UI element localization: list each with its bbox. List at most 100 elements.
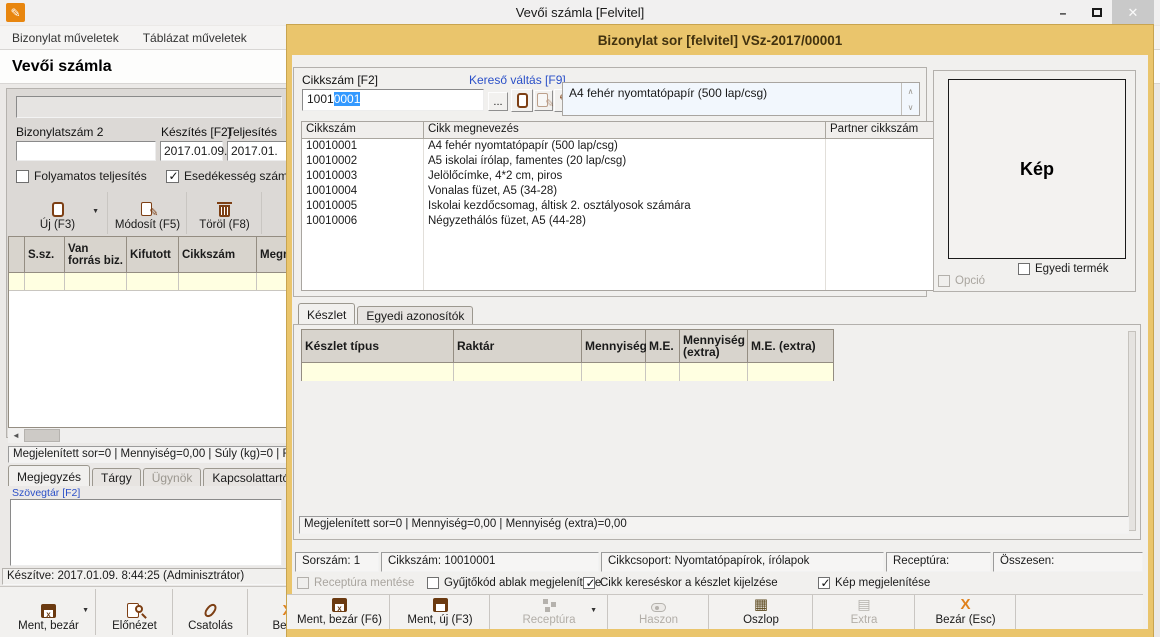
new-doc-icon bbox=[52, 202, 64, 217]
scrollbar-thumb[interactable] bbox=[24, 429, 60, 442]
stock-status-line: Megjelenített sor=0 | Mennyiség=0,00 | M… bbox=[299, 516, 1129, 534]
stock-header-mennyiseg-extra[interactable]: Mennyiség (extra) bbox=[680, 330, 748, 362]
receptura-mentese-box[interactable] bbox=[297, 577, 309, 589]
info-cikkcsoport: Cikkcsoport: Nyomtatópapírok, írólapok bbox=[601, 552, 884, 572]
tab-megjegyzes[interactable]: Megjegyzés bbox=[8, 465, 90, 486]
tab-kapcsolattarto[interactable]: Kapcsolattartó bbox=[203, 468, 287, 486]
folyamatos-checkbox[interactable]: Folyamatos teljesítés bbox=[16, 169, 147, 183]
tab-egyedi-azonositok[interactable]: Egyedi azonosítók bbox=[357, 306, 473, 324]
dlg-receptura-button[interactable]: Receptúra ▼ bbox=[491, 595, 608, 629]
bizonylatszam-input[interactable] bbox=[16, 141, 156, 161]
item-row[interactable]: 10010006 Négyzethálós füzet, A5 (44-28) bbox=[302, 214, 933, 229]
keszlet-kijelzes-checkbox[interactable]: Cikk kereséskor a készlet kijelzése bbox=[583, 577, 778, 589]
grid-header-marker bbox=[9, 237, 25, 272]
memo-textarea[interactable] bbox=[10, 499, 282, 566]
folyamatos-checkbox-box[interactable] bbox=[16, 170, 29, 183]
attach-button[interactable]: Csatolás bbox=[174, 589, 248, 635]
grid-header-vanforras[interactable]: Van forrás biz. bbox=[65, 237, 127, 272]
edit-button[interactable]: ✎ Módosít (F5) bbox=[109, 192, 187, 234]
dlg-oszlop-button[interactable]: ▦ Oszlop bbox=[710, 595, 813, 629]
partner-field[interactable] bbox=[16, 96, 282, 118]
menu-bizonylat-muveletek[interactable]: Bizonylat műveletek bbox=[12, 31, 119, 45]
dialog-toolbar: x Ment, bezár (F6) Ment, új (F3) Receptú… bbox=[287, 594, 1143, 629]
cikkszam-input[interactable]: 10010001 bbox=[302, 89, 484, 111]
item-row[interactable]: 10010005 Iskolai kezdőcsomag, áltisk 2. … bbox=[302, 199, 933, 214]
item-row[interactable]: 10010004 Vonalas füzet, A5 (34-28) bbox=[302, 184, 933, 199]
dlg-save-close-label: Ment, bezár (F6) bbox=[297, 614, 382, 626]
item-row[interactable]: 10010003 Jelölőcímke, 4*2 cm, piros bbox=[302, 169, 933, 184]
memo-tabs: Megjegyzés Tárgy Ügynök Kapcsolattartó B… bbox=[8, 465, 287, 486]
item-code: 10010002 bbox=[302, 154, 424, 169]
kep-megjelenites-checkbox[interactable]: Kép megjelenítése bbox=[818, 577, 930, 589]
edit-item-button[interactable]: ✎ bbox=[534, 90, 553, 111]
dlg-save-close-button[interactable]: x Ment, bezár (F6) bbox=[290, 595, 390, 629]
tab-keszlet[interactable]: Készlet bbox=[298, 303, 355, 324]
app-icon: ✎ bbox=[6, 3, 25, 22]
save-dropdown-icon[interactable]: ▼ bbox=[82, 607, 89, 614]
esedekesseg-checkbox-box[interactable] bbox=[166, 170, 179, 183]
spinner-up-icon[interactable]: ∧ bbox=[902, 83, 919, 99]
item-partner bbox=[826, 199, 933, 214]
info-sorszam: Sorszám: 1 bbox=[295, 552, 379, 572]
receptura-dropdown-icon[interactable]: ▼ bbox=[590, 607, 597, 614]
preview-button[interactable]: Előnézet bbox=[97, 589, 173, 635]
items-header-partner[interactable]: Partner cikkszám bbox=[826, 122, 933, 138]
minimize-button[interactable]: – bbox=[1048, 0, 1078, 25]
gyujtokod-checkbox[interactable]: Gyűjtőkód ablak megjelenítése bbox=[427, 577, 601, 589]
stock-tabs: Készlet Egyedi azonosítók bbox=[298, 303, 473, 324]
dlg-extra-label: Extra bbox=[851, 614, 878, 626]
tab-targy[interactable]: Tárgy bbox=[92, 468, 141, 486]
product-name-box: A4 fehér nyomtatópapír (500 lap/csg) ∧ ∨ bbox=[562, 82, 920, 116]
dlg-extra-button[interactable]: ▤ Extra bbox=[814, 595, 915, 629]
delete-button[interactable]: Töröl (F8) bbox=[188, 192, 262, 234]
kep-megjelenites-box[interactable] bbox=[818, 577, 830, 589]
items-header-name[interactable]: Cikk megnevezés bbox=[424, 122, 826, 138]
opcio-checkbox-box[interactable] bbox=[938, 275, 950, 287]
items-header-code[interactable]: Cikkszám bbox=[302, 122, 424, 138]
receptura-mentese-checkbox[interactable]: Receptúra mentése bbox=[297, 577, 414, 589]
stock-header-mennyiseg[interactable]: Mennyiség bbox=[582, 330, 646, 362]
tab-ugynok[interactable]: Ügynök bbox=[143, 468, 202, 486]
dialog-title[interactable]: Bizonylat sor [felvitel] VSz-2017/00001 bbox=[287, 25, 1153, 55]
stock-header-raktar[interactable]: Raktár bbox=[454, 330, 582, 362]
more-button[interactable]: ... bbox=[488, 92, 508, 111]
opcio-checkbox[interactable]: Opció bbox=[938, 275, 985, 287]
teljesites-input[interactable]: 2017.01. bbox=[227, 141, 289, 161]
egyedi-checkbox-box[interactable] bbox=[1018, 263, 1030, 275]
szovegtar-link[interactable]: Szövegtár [F2] bbox=[12, 487, 80, 499]
keszites-input[interactable]: 2017.01.09. bbox=[160, 141, 223, 161]
save-close-button[interactable]: x Ment, bezár ▼ bbox=[2, 589, 96, 635]
item-row[interactable]: 10010001 A4 fehér nyomtatópapír (500 lap… bbox=[302, 139, 933, 154]
stock-header-me-extra[interactable]: M.E. (extra) bbox=[748, 330, 833, 362]
item-row[interactable]: 10010002 A5 iskolai írólap, famentes (20… bbox=[302, 154, 933, 169]
dlg-save-new-button[interactable]: Ment, új (F3) bbox=[391, 595, 490, 629]
dlg-close-button[interactable]: X Bezár (Esc) bbox=[916, 595, 1016, 629]
close-button[interactable]: ✕ bbox=[1112, 0, 1154, 25]
stock-header-me[interactable]: M.E. bbox=[646, 330, 680, 362]
new-button[interactable]: Új (F3) ▼ bbox=[8, 192, 108, 234]
maximize-icon bbox=[1092, 8, 1102, 17]
new-dropdown-icon[interactable]: ▼ bbox=[92, 208, 99, 215]
menu-tablazat-muveletek[interactable]: Táblázat műveletek bbox=[143, 31, 247, 45]
kereso-valtas-link[interactable]: Kereső váltás [F9] bbox=[469, 73, 566, 87]
dlg-haszon-button[interactable]: Haszon bbox=[609, 595, 709, 629]
spinner-down-icon[interactable]: ∨ bbox=[902, 99, 919, 115]
item-name: A5 iskolai írólap, famentes (20 lap/csg) bbox=[424, 154, 826, 169]
preview-icon bbox=[127, 603, 142, 618]
new-item-button[interactable] bbox=[511, 89, 533, 112]
scroll-left-icon[interactable]: ◄ bbox=[8, 431, 24, 440]
stock-empty-row[interactable] bbox=[302, 363, 833, 381]
grid-header-ssz[interactable]: S.sz. bbox=[25, 237, 65, 272]
grid-header-cikkszam[interactable]: Cikkszám bbox=[179, 237, 257, 272]
stock-header-tipus[interactable]: Készlet típus bbox=[302, 330, 454, 362]
grid-header-kifutott[interactable]: Kifutott bbox=[127, 237, 179, 272]
dlg-save-new-label: Ment, új (F3) bbox=[407, 614, 472, 626]
maximize-button[interactable] bbox=[1082, 0, 1112, 25]
keszlet-kijelzes-box[interactable] bbox=[583, 577, 595, 589]
stock-vertical-scrollbar[interactable] bbox=[1128, 331, 1136, 531]
gyujtokod-box[interactable] bbox=[427, 577, 439, 589]
grid-empty-row[interactable] bbox=[9, 273, 299, 291]
egyedi-termek-checkbox[interactable]: Egyedi termék bbox=[1018, 263, 1109, 275]
horizontal-scrollbar[interactable]: ◄ bbox=[8, 428, 287, 443]
stock-pane: Készlet típus Raktár Mennyiség M.E. Menn… bbox=[293, 324, 1141, 540]
